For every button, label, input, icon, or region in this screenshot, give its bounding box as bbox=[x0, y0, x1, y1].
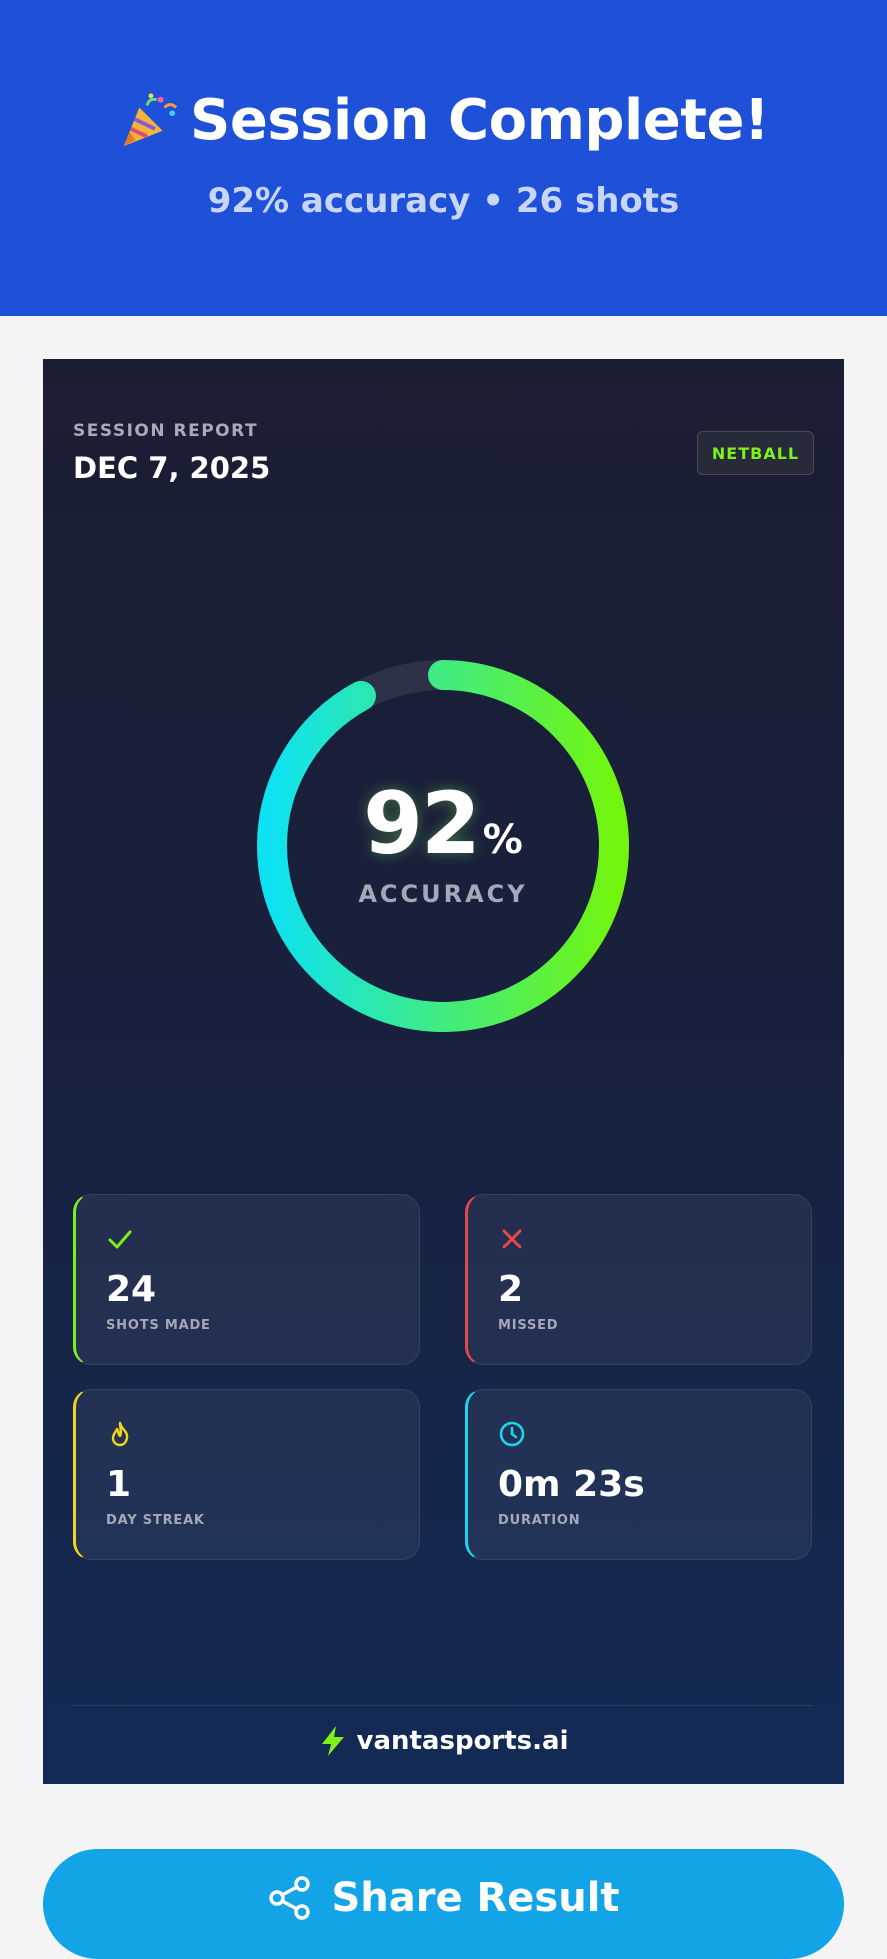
x-icon bbox=[502, 1229, 522, 1249]
brand-name: vantasports.ai bbox=[356, 1726, 569, 1756]
session-summary: 92% accuracy • 26 shots bbox=[207, 181, 680, 221]
share-icon bbox=[269, 1876, 311, 1920]
accuracy-ring: 92 % ACCURACY bbox=[256, 659, 630, 1033]
stat-label: SHOTS MADE bbox=[106, 1318, 211, 1333]
header: Session Complete! 92% accuracy • 26 shot… bbox=[0, 0, 887, 316]
divider bbox=[73, 1705, 814, 1706]
stat-value: 2 bbox=[498, 1269, 524, 1310]
stat-card-duration: 0m 23s DURATION bbox=[465, 1389, 812, 1560]
clock-icon bbox=[499, 1421, 525, 1447]
party-popper-icon bbox=[123, 92, 178, 146]
session-report-card: SESSION REPORT DEC 7, 2025 NETBALL 92 % … bbox=[43, 359, 844, 1784]
stat-label: DURATION bbox=[498, 1513, 581, 1528]
report-date: DEC 7, 2025 bbox=[73, 451, 271, 485]
accuracy-label: ACCURACY bbox=[358, 880, 528, 908]
stat-label: DAY STREAK bbox=[106, 1513, 205, 1528]
accuracy-readout: 92 % ACCURACY bbox=[256, 659, 630, 1033]
accuracy-unit: % bbox=[482, 817, 523, 863]
sport-badge: NETBALL bbox=[697, 431, 814, 475]
check-icon bbox=[108, 1230, 132, 1249]
header-title-row: Session Complete! bbox=[118, 88, 769, 153]
lightning-bolt-icon bbox=[321, 1726, 344, 1756]
stat-value: 0m 23s bbox=[498, 1464, 645, 1505]
stat-card-missed: 2 MISSED bbox=[465, 1194, 812, 1365]
page-title: Session Complete! bbox=[190, 88, 769, 153]
flame-icon bbox=[111, 1421, 129, 1447]
stat-value: 1 bbox=[106, 1464, 132, 1505]
brand-footer: vantasports.ai bbox=[43, 1721, 844, 1761]
stat-label: MISSED bbox=[498, 1318, 559, 1333]
stat-card-day-streak: 1 DAY STREAK bbox=[73, 1389, 420, 1560]
share-result-button[interactable]: Share Result bbox=[43, 1849, 844, 1959]
stat-card-shots-made: 24 SHOTS MADE bbox=[73, 1194, 420, 1365]
report-label: SESSION REPORT bbox=[73, 421, 259, 441]
accuracy-value: 92 bbox=[363, 774, 481, 874]
share-button-label: Share Result bbox=[331, 1875, 620, 1921]
stat-value: 24 bbox=[106, 1269, 157, 1310]
